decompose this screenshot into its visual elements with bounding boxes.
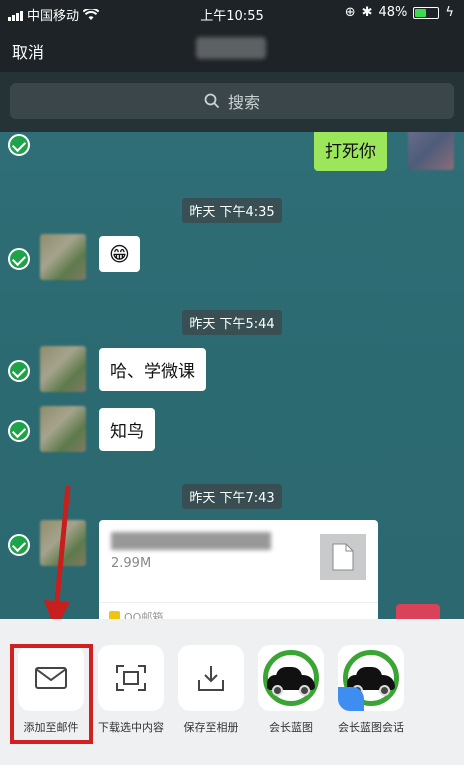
select-check-icon[interactable] — [8, 360, 30, 382]
message-bubble[interactable]: 哈、学微课 — [99, 348, 206, 391]
app-huizhang-lantu-button[interactable]: 会长蓝图 — [258, 645, 324, 735]
app-huizhang-lantu-chat-button[interactable]: 会长蓝图会话 — [338, 645, 404, 735]
search-input[interactable]: 搜索 — [10, 83, 454, 119]
avatar — [408, 132, 454, 170]
file-message-card[interactable]: 2.99M QQ邮箱 — [99, 520, 378, 620]
cancel-button[interactable]: 取消 — [12, 39, 44, 63]
select-check-icon[interactable] — [8, 248, 30, 270]
chat-area[interactable]: 打死你 昨天 下午4:35 😁 昨天 下午5:44 哈、学微课 知鸟 昨天 下午… — [0, 132, 464, 620]
scan-frame-icon — [116, 665, 146, 691]
emoji-message-bubble[interactable]: 😁 — [99, 236, 140, 272]
message-bubble[interactable]: 知鸟 — [99, 408, 155, 451]
status-bar: 中国移动 上午10:55 ⊕ ✱ 48% ϟ — [0, 0, 464, 26]
battery-percent: 48% — [378, 5, 408, 20]
avatar — [40, 406, 86, 452]
battery-icon — [413, 6, 440, 19]
sent-message-bubble[interactable]: 打死你 — [314, 132, 387, 171]
select-check-icon[interactable] — [8, 534, 30, 556]
timestamp: 昨天 下午7:43 — [0, 484, 464, 509]
file-size: 2.99M — [111, 556, 152, 571]
avatar — [40, 234, 86, 280]
charging-icon: ϟ — [445, 5, 454, 20]
mail-icon — [35, 667, 67, 689]
download-tray-icon — [198, 666, 224, 691]
add-to-mail-button[interactable]: 添加至邮件 — [18, 645, 84, 735]
search-area: 搜索 — [0, 72, 464, 132]
battery-level — [415, 8, 426, 17]
select-check-icon[interactable] — [8, 420, 30, 442]
save-to-album-button[interactable]: 保存至相册 — [178, 645, 244, 735]
file-source: QQ邮箱 — [99, 602, 378, 620]
app-car-logo-icon — [258, 645, 324, 711]
bluetooth-icon: ✱ — [361, 5, 373, 20]
document-icon — [320, 534, 366, 580]
nav-bar: 取消 — [0, 26, 464, 72]
search-icon — [204, 93, 220, 109]
rotation-lock-icon: ⊕ — [344, 5, 356, 20]
partial-message-bubble — [396, 604, 440, 620]
file-name-blurred — [111, 532, 271, 550]
timestamp: 昨天 下午4:35 — [0, 198, 464, 223]
avatar — [40, 520, 86, 566]
select-check-icon[interactable] — [8, 134, 30, 156]
timestamp: 昨天 下午5:44 — [0, 310, 464, 335]
avatar — [40, 346, 86, 392]
download-selected-button[interactable]: 下载选中内容 — [98, 645, 164, 735]
app-car-logo-chat-icon — [338, 645, 404, 711]
search-placeholder: 搜索 — [227, 93, 260, 112]
chat-title-blurred — [196, 37, 266, 59]
share-sheet: 添加至邮件 下载选中内容 保存至相册 会长蓝图 会长蓝图会话 — [0, 619, 464, 765]
